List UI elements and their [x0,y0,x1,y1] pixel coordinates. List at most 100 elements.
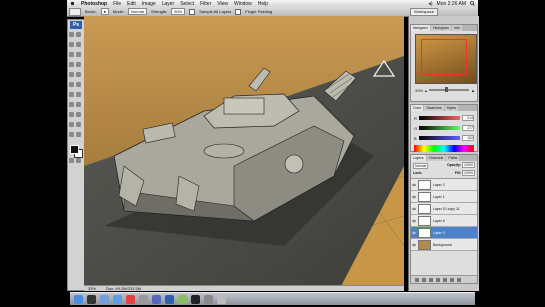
menu-view[interactable]: View [217,1,228,7]
app-menu[interactable]: Photoshop [81,1,107,7]
tab-channels[interactable]: Channels [426,155,446,161]
new-layer-icon[interactable] [450,277,454,282]
slice-tool-icon[interactable] [76,52,81,57]
layer-row[interactable]: Background [411,239,477,251]
fill-field[interactable]: 100% [462,170,475,176]
tab-navigator[interactable]: Navigator [411,25,430,31]
color-spectrum-ramp[interactable] [414,145,474,152]
menu-window[interactable]: Window [234,1,252,7]
dashboard-icon[interactable] [87,294,96,304]
menu-filter[interactable]: Filter [200,1,211,7]
smudge-tool-icon[interactable] [69,92,74,97]
channel-slider[interactable] [418,136,460,140]
zoom-tool-icon[interactable] [76,132,81,137]
channel-value[interactable]: 214 [462,115,474,121]
address-book-icon[interactable] [139,294,148,304]
gradient-tool-icon[interactable] [76,82,81,87]
doc-info[interactable]: Doc: 49.2M/233.5M [106,286,141,291]
clone-stamp-tool-icon[interactable] [69,72,74,77]
eyedropper-tool-icon[interactable] [76,122,81,127]
navigator-thumbnail[interactable] [415,34,477,84]
ps-badge[interactable]: Ps [70,21,82,29]
zoom-out-icon[interactable]: ▴ [425,88,427,93]
channel-slider[interactable] [419,126,460,130]
screen-mode-icon[interactable] [76,158,81,163]
mail-icon[interactable] [100,294,109,304]
finger-painting-checkbox[interactable] [235,8,242,15]
type-tool-icon[interactable] [76,102,81,107]
volume-icon[interactable]: ◂) [428,1,432,7]
channel-slider[interactable] [418,116,460,120]
tab-styles[interactable]: Styles [444,105,459,111]
menu-help[interactable]: Help [258,1,268,7]
history-brush-tool-icon[interactable] [76,72,81,77]
marquee-tool-icon[interactable] [76,32,81,37]
safari-icon[interactable] [113,294,122,304]
new-group-icon[interactable] [443,277,447,282]
eye-icon[interactable] [412,243,416,247]
quick-mask-icon[interactable] [69,158,74,163]
eye-icon[interactable] [412,195,416,199]
system-preferences-icon[interactable] [204,294,213,304]
lasso-tool-icon[interactable] [69,42,74,47]
layer-style-icon[interactable] [422,277,426,282]
navigator-zoom-slider[interactable] [429,87,470,92]
tank-illustration[interactable] [84,16,404,290]
move-tool-icon[interactable] [69,32,74,37]
channel-value[interactable]: 177 [462,125,474,131]
menu-select[interactable]: Select [180,1,194,7]
navigator-view-box[interactable] [421,39,467,75]
hand-tool-icon[interactable] [69,132,74,137]
trash-icon[interactable] [217,294,226,304]
tab-swatches[interactable]: Swatches [424,105,444,111]
apple-icon[interactable] [70,1,75,6]
notes-tool-icon[interactable] [69,122,74,127]
opacity-field[interactable]: 100% [462,162,475,168]
menu-image[interactable]: Image [142,1,156,7]
trash-icon[interactable] [457,277,461,282]
tool-preset-picker[interactable] [69,7,81,16]
dodge-tool-icon[interactable] [76,92,81,97]
menu-layer[interactable]: Layer [162,1,175,7]
clock[interactable]: Mon 2:26 AM [437,1,466,7]
menu-file[interactable]: File [113,1,121,7]
zoom-in-icon[interactable]: ▲ [471,88,475,93]
path-selection-tool-icon[interactable] [69,112,74,117]
layer-row[interactable]: Layer 2 [411,179,477,191]
layer-mask-icon[interactable] [429,277,433,282]
layer-row[interactable]: Layer 5 [411,215,477,227]
itunes-icon[interactable] [152,294,161,304]
foreground-color-swatch[interactable] [70,145,79,154]
menu-edit[interactable]: Edit [127,1,136,7]
eraser-tool-icon[interactable] [69,82,74,87]
mode-select[interactable]: Normal [128,8,147,15]
preview-icon[interactable] [178,294,187,304]
ical-icon[interactable] [126,294,135,304]
tab-layers[interactable]: Layers [411,155,426,161]
layer-row[interactable]: Layer 1 [411,191,477,203]
layer-row-selected[interactable]: Layer 3 [411,227,477,239]
crop-tool-icon[interactable] [69,52,74,57]
pen-tool-icon[interactable] [69,102,74,107]
terminal-icon[interactable] [191,294,200,304]
blend-mode-select[interactable]: Normal [413,163,429,169]
eye-icon[interactable] [412,231,416,235]
healing-tool-icon[interactable] [69,62,74,67]
tab-color[interactable]: Color [411,105,424,111]
eye-icon[interactable] [412,207,416,211]
navigator-zoom-value[interactable]: 33% [415,88,423,93]
tab-paths[interactable]: Paths [446,155,460,161]
link-layers-icon[interactable] [415,277,419,282]
tab-histogram[interactable]: Histogram [430,25,451,31]
layer-row[interactable]: Layer 10 copy 11 [411,203,477,215]
eye-icon[interactable] [412,183,416,187]
brush-tool-icon[interactable] [76,62,81,67]
strength-field[interactable]: 50% [171,8,186,15]
tab-info[interactable]: Info [451,25,462,31]
magic-wand-tool-icon[interactable] [76,42,81,47]
finder-icon[interactable] [74,294,83,304]
shape-tool-icon[interactable] [76,112,81,117]
spotlight-icon[interactable] [470,1,475,6]
sample-all-checkbox[interactable] [189,8,196,15]
eye-icon[interactable] [412,219,416,223]
